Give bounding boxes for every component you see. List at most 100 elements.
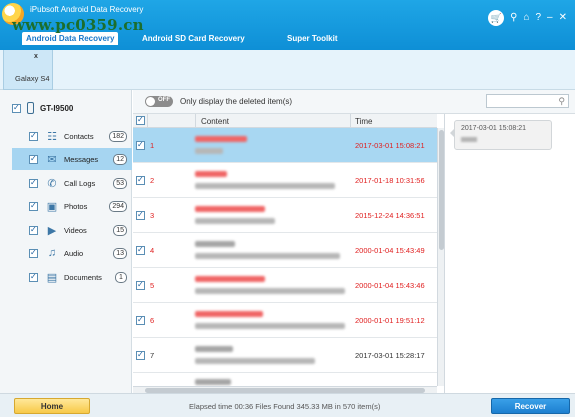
row-checkbox[interactable] (136, 350, 145, 360)
messages-table: Content Time 1 2017-03-01 15:08:21 2 201… (133, 114, 444, 393)
blurred-content (195, 218, 275, 224)
blurred-sender (195, 379, 231, 385)
checkbox[interactable] (29, 178, 38, 188)
search-input[interactable]: ⚲ (486, 94, 569, 108)
count-badge: 12 (113, 153, 127, 165)
blurred-sender (195, 241, 235, 247)
home-icon[interactable]: ⌂ (523, 11, 529, 25)
sidebar-item-call-logs[interactable]: ✆ Call Logs 53 (12, 172, 132, 194)
table-row[interactable]: 3 2015-12-24 14:36:51 (133, 198, 437, 233)
count-badge: 15 (113, 224, 127, 236)
table-header: Content Time (133, 114, 437, 128)
tab-sd-card-recovery[interactable]: Android SD Card Recovery (142, 34, 245, 43)
sidebar-item-label: Documents (64, 272, 102, 282)
toggle-knob (146, 97, 155, 106)
recover-button[interactable]: Recover (491, 398, 570, 414)
row-checkbox[interactable] (136, 245, 145, 255)
device-row[interactable]: GT-I9500 (12, 102, 73, 114)
home-button[interactable]: Home (14, 398, 90, 414)
column-header-content[interactable]: Content (201, 117, 229, 126)
row-time: 2017-03-01 15:08:21 (355, 141, 425, 150)
photo-icon: ▣ (46, 200, 58, 213)
sidebar-item-label: Photos (64, 201, 88, 211)
blurred-sender (195, 171, 227, 177)
column-divider (195, 114, 196, 128)
checkbox[interactable] (29, 131, 38, 141)
checkbox[interactable] (29, 154, 38, 164)
row-number: 1 (150, 141, 155, 150)
blurred-sender (195, 136, 247, 142)
table-row[interactable]: 5 2000-01-04 15:43:46 (133, 268, 437, 303)
bubble-time: 2017-03-01 15:08:21 (461, 125, 526, 132)
phone-icon (27, 102, 34, 114)
toggle-state: OFF (158, 97, 170, 103)
title-bar: iPubsoft Android Data Recovery www.pc035… (0, 0, 575, 50)
row-checkbox[interactable] (136, 280, 145, 290)
minimize-icon[interactable]: – (547, 11, 553, 25)
table-row[interactable]: 6 2000-01-01 19:51:12 (133, 303, 437, 338)
blurred-content (461, 137, 477, 142)
sidebar-item-messages[interactable]: ✉ Messages 12 (12, 148, 132, 170)
deleted-only-toggle[interactable]: OFF (145, 96, 173, 107)
horizontal-scrollbar[interactable] (133, 386, 437, 393)
cart-icon[interactable]: 🛒 (488, 10, 505, 26)
watermark: www.pc0359.cn (12, 16, 144, 34)
close-icon[interactable]: ✕ (559, 11, 567, 25)
checkbox[interactable] (29, 272, 38, 282)
message-bubble: 2017-03-01 15:08:21 (450, 120, 552, 150)
sidebar-item-label: Contacts (64, 131, 94, 141)
table-row[interactable]: 1 2017-03-01 15:08:21 (133, 128, 437, 163)
sidebar-item-audio[interactable]: ♫ Audio 13 (12, 242, 132, 264)
count-badge: 53 (113, 177, 127, 189)
blurred-content (195, 288, 345, 294)
sidebar-item-label: Videos (64, 225, 87, 235)
contacts-icon: ☷ (47, 130, 57, 143)
row-time: 2000-01-04 15:43:46 (355, 281, 425, 290)
sidebar-item-documents[interactable]: ▤ Documents 1 (12, 266, 132, 288)
vertical-scrollbar[interactable] (437, 128, 444, 386)
device-checkbox[interactable] (12, 103, 21, 113)
sidebar-item-photos[interactable]: ▣ Photos 294 (12, 195, 132, 217)
checkbox[interactable] (29, 201, 38, 211)
row-number: 4 (150, 246, 155, 255)
row-checkbox[interactable] (136, 140, 145, 150)
blurred-sender (195, 276, 265, 282)
sidebar-item-videos[interactable]: ▶ Videos 15 (12, 219, 132, 241)
row-number: 5 (150, 281, 155, 290)
row-time: 2017-03-01 15:28:17 (355, 351, 425, 360)
help-icon[interactable]: ? (535, 11, 541, 25)
table-row[interactable]: 7 2017-03-01 15:28:17 (133, 338, 437, 373)
video-icon: ▶ (47, 224, 57, 237)
device-close-icon[interactable]: x (34, 53, 38, 60)
device-name: GT-I9500 (40, 103, 74, 113)
row-checkbox[interactable] (136, 315, 145, 325)
row-number: 7 (150, 351, 155, 360)
blurred-content (195, 183, 335, 189)
select-all-checkbox[interactable] (136, 115, 145, 125)
key-icon[interactable]: ⚲ (510, 11, 517, 25)
tab-super-toolkit[interactable]: Super Toolkit (287, 34, 338, 43)
column-divider (350, 114, 351, 128)
table-row-partial[interactable] (133, 373, 437, 387)
sidebar-item-label: Audio (64, 248, 84, 258)
sidebar-item-contacts[interactable]: ☷ Contacts 182 (12, 125, 132, 147)
table-row[interactable]: 2 2017-01-18 10:31:56 (133, 163, 437, 198)
row-checkbox[interactable] (136, 175, 145, 185)
app-title: iPubsoft Android Data Recovery (30, 5, 144, 14)
sidebar: GT-I9500 ☷ Contacts 182 ✉ Messages 12 ✆ … (0, 90, 132, 393)
message-preview-pane: 2017-03-01 15:08:21 (444, 114, 575, 393)
device-tab-label: Galaxy S4 (15, 74, 50, 83)
blurred-sender (195, 346, 233, 352)
message-icon: ✉ (47, 153, 57, 166)
checkbox[interactable] (29, 248, 38, 258)
row-checkbox[interactable] (136, 210, 145, 220)
count-badge: 182 (109, 130, 127, 142)
column-divider (147, 114, 148, 128)
count-badge: 13 (113, 247, 127, 259)
table-row[interactable]: 4 2000-01-04 15:43:49 (133, 233, 437, 268)
search-icon[interactable]: ⚲ (558, 96, 565, 107)
checkbox[interactable] (29, 225, 38, 235)
column-header-time[interactable]: Time (355, 117, 372, 126)
device-tab[interactable]: x Galaxy S4 (3, 50, 53, 90)
sidebar-item-label: Call Logs (64, 178, 96, 188)
